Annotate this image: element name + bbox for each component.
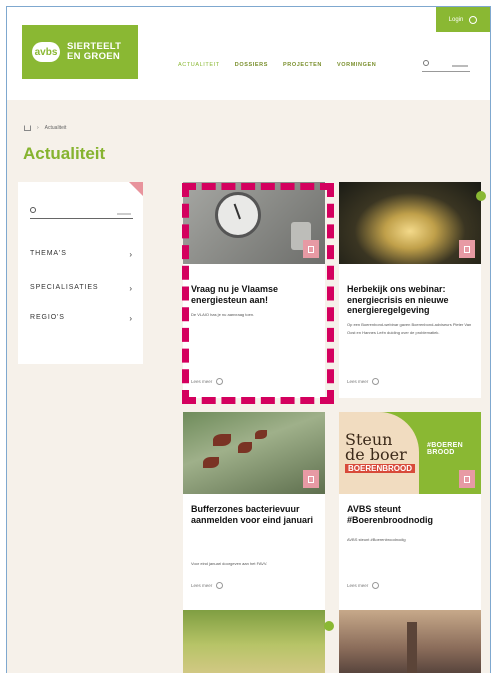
chevron-right-icon: › [129,284,133,293]
card-image-sprouts [183,610,325,673]
news-card[interactable] [183,610,325,673]
search-placeholder-bar [117,213,131,215]
chevron-right-icon: › [129,314,133,323]
sidebar-item-themas[interactable]: THEMA'S › [30,250,133,259]
nav-item-vormingen[interactable]: VORMINGEN [337,62,376,68]
logo-mark: avbs [32,42,60,62]
read-more-link[interactable]: Lees meer [191,582,224,589]
bread-text: Steun de boer [345,432,407,464]
bread-hashtag: #BOEREN BROOD [427,442,463,456]
sidebar-search-input[interactable] [30,207,133,219]
logo-text: SIERTEELT EN GROEN [67,42,121,62]
article-badge-icon [459,470,475,488]
card-title[interactable]: Bufferzones bacterievuur aanmelden voor … [191,504,319,525]
user-icon [469,15,478,24]
arrow-circle-icon [372,378,380,385]
nav-item-projecten[interactable]: PROJECTEN [283,62,322,68]
logo-line-2: EN GROEN [67,51,121,62]
carousel-dot-icon[interactable] [476,191,486,201]
read-more-label: Lees meer [347,583,369,588]
breadcrumb-current: Actualiteit [44,125,67,131]
sidebar-corner-accent [129,182,143,196]
arrow-circle-icon [216,582,224,589]
bread-red-label: BOERENBROOD [345,464,416,473]
sidebar-item-specialisaties[interactable]: SPECIALISATIES › [30,284,133,293]
read-more-label: Lees meer [347,379,369,384]
news-card[interactable] [339,610,481,673]
page-title: Actualiteit [23,144,106,163]
search-icon [30,207,36,213]
card-title[interactable]: Herbekijk ons webinar: energiecrisis en … [347,284,475,316]
card-title[interactable]: AVBS steunt #Boerenbroodnodig [347,504,475,525]
card-description: AVBS steunt #Boerenbroodnodig [347,537,406,542]
read-more-link[interactable]: Lees meer [347,378,380,385]
main-nav: ACTUALITEIT DOSSIERS PROJECTEN VORMINGEN [178,62,376,68]
carousel-dot-icon[interactable] [324,621,334,631]
breadcrumb: › Actualiteit [24,125,66,131]
browser-viewport: avbs SIERTEELT EN GROEN Login ACTUALITEI… [6,6,491,673]
breadcrumb-separator: › [37,125,39,131]
arrow-circle-icon [372,582,380,589]
sidebar-item-label: REGIO'S [30,314,65,321]
home-icon[interactable] [24,125,31,131]
search-icon [423,60,429,66]
sidebar-item-regios[interactable]: REGIO'S › [30,314,133,323]
site-logo[interactable]: avbs SIERTEELT EN GROEN [22,25,138,79]
chevron-right-icon: › [129,250,133,259]
sidebar-item-label: THEMA'S [30,250,67,257]
card-description: Op een Boerenbond-webinar gaven Boerenbo… [347,322,472,335]
card-image-leaves [183,412,325,494]
news-card[interactable]: Steun de boer BOERENBROOD #BOEREN BROOD … [339,412,481,610]
article-badge-icon [303,470,319,488]
login-button[interactable]: Login [436,7,490,32]
news-card[interactable]: Herbekijk ons webinar: energiecrisis en … [339,182,481,398]
header-search[interactable] [422,59,470,72]
bread-line-2: de boer [345,445,407,464]
card-image-bread: Steun de boer BOERENBROOD #BOEREN BROOD [339,412,481,494]
read-more-label: Lees meer [191,583,213,588]
read-more-link[interactable]: Lees meer [347,582,380,589]
card-image-city [339,610,481,673]
highlight-dashed-frame [182,183,334,404]
news-card[interactable]: Bufferzones bacterievuur aanmelden voor … [183,412,325,610]
site-header: avbs SIERTEELT EN GROEN Login ACTUALITEI… [7,7,490,100]
nav-item-actualiteit[interactable]: ACTUALITEIT [178,62,220,68]
card-image-greenhouse [339,182,481,264]
card-description: Voor eind januari doorgeven aan het FAVV… [191,561,268,566]
sidebar-item-label: SPECIALISATIES [30,284,99,291]
article-badge-icon [459,240,475,258]
tower-illustration [407,622,417,673]
filter-sidebar: THEMA'S › SPECIALISATIES › REGIO'S › [18,182,143,364]
search-placeholder-bar [452,65,468,67]
login-label: Login [448,16,464,23]
nav-item-dossiers[interactable]: DOSSIERS [235,62,268,68]
